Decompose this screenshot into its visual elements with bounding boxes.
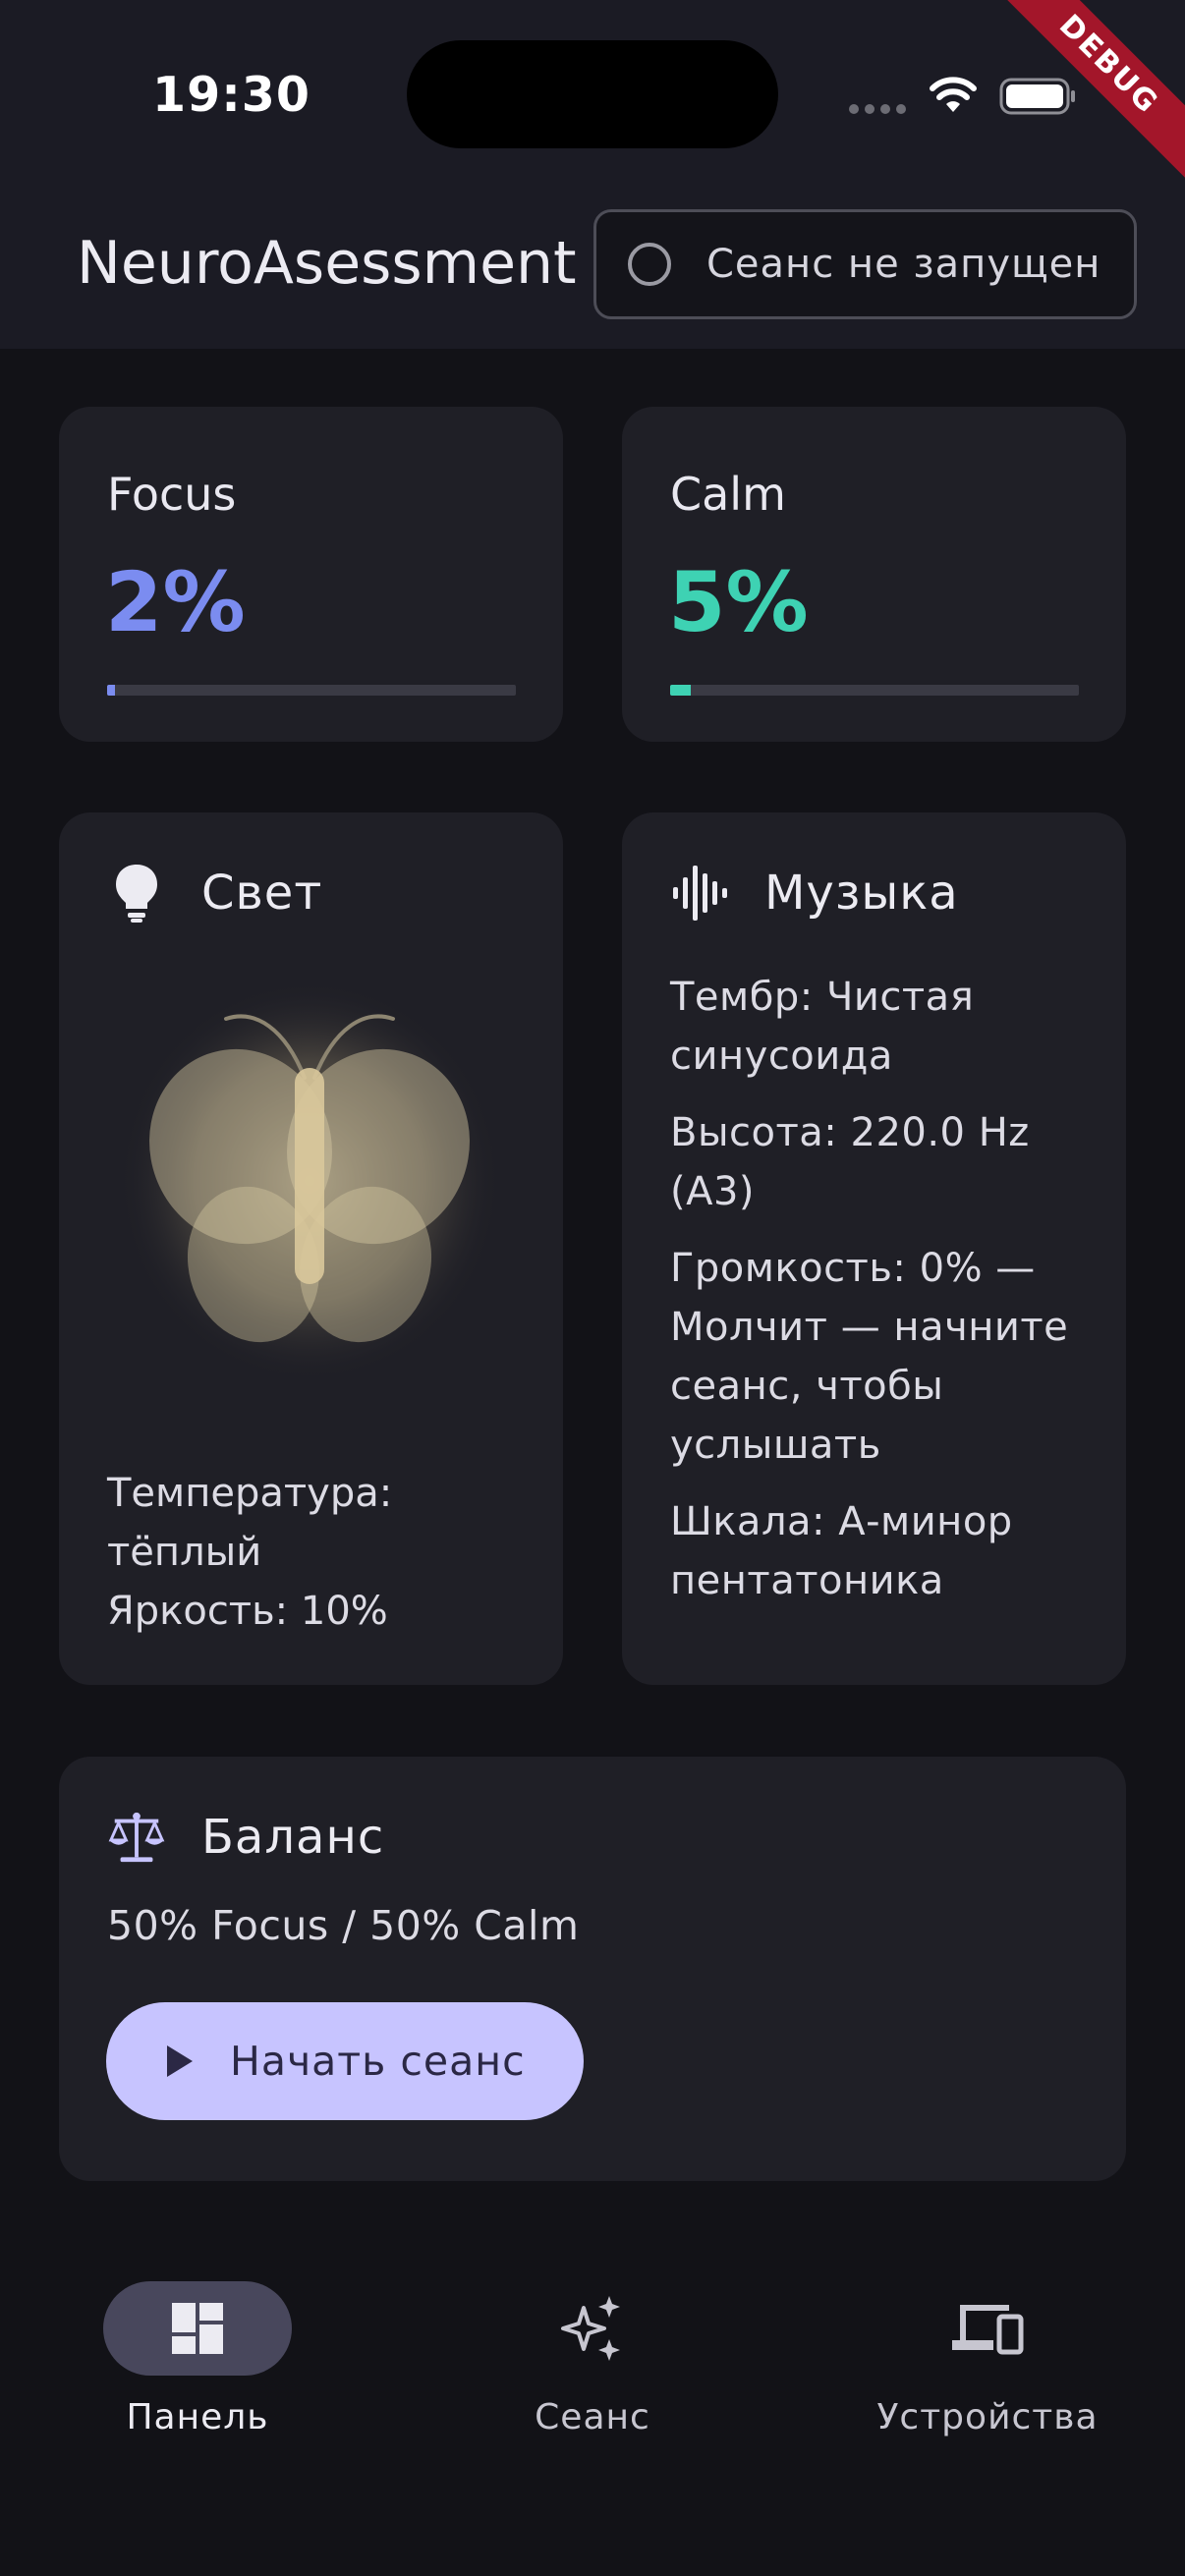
dynamic-island [407, 40, 778, 148]
nav-icon-container [498, 2281, 687, 2376]
focus-progress-bar [107, 685, 516, 696]
session-status-chip[interactable]: Сеанс не запущен [593, 209, 1137, 319]
sparkles-icon [561, 2296, 620, 2361]
light-info: Температура: тёплый Яркость: 10% [107, 1464, 392, 1641]
session-status-label: Сеанс не запущен [706, 242, 1101, 287]
start-session-button[interactable]: Начать сеанс [106, 2002, 584, 2120]
light-brightness: Яркость: 10% [107, 1589, 388, 1634]
waveform-icon [670, 862, 729, 924]
calm-progress-fill [670, 685, 691, 696]
bottom-navigation: Панель Сеанс Устройства [0, 2232, 1185, 2576]
balance-ratio: 50% Focus / 50% Calm [107, 1902, 580, 1949]
battery-icon [999, 78, 1075, 115]
nav-label-devices: Устройства [876, 2397, 1099, 2437]
status-time: 19:30 [152, 67, 310, 123]
cellular-signal-icon [849, 104, 906, 114]
music-scale: Шкала: А-минор пентатоника [670, 1499, 1013, 1603]
light-temperature-value: тёплый [107, 1530, 262, 1575]
nav-item-devices[interactable]: Устройства [791, 2281, 1184, 2437]
nav-icon-container [893, 2281, 1082, 2376]
music-card-title: Музыка [764, 866, 959, 921]
calm-value: 5% [668, 554, 809, 650]
play-icon [167, 2045, 193, 2077]
nav-label-dashboard: Панель [126, 2397, 269, 2437]
focus-value: 2% [105, 554, 246, 650]
nav-label-session: Сеанс [535, 2397, 650, 2437]
light-temperature-label: Температура: [107, 1471, 393, 1516]
music-info-list: Тембр: Чистая синусоида Высота: 220.0 Hz… [670, 968, 1093, 1628]
butterfly-light-illustration [118, 980, 501, 1382]
calm-card: Calm 5% [622, 407, 1126, 742]
light-card-header: Свет [107, 862, 322, 924]
wifi-icon [930, 77, 977, 112]
focus-progress-fill [107, 685, 116, 696]
app-title: NeuroAsessment [77, 229, 577, 298]
lightbulb-icon [107, 862, 166, 924]
balance-card-title: Баланс [201, 1810, 385, 1865]
balance-card-header: Баланс [107, 1806, 384, 1869]
start-session-label: Начать сеанс [230, 2038, 526, 2085]
nav-item-dashboard[interactable]: Панель [1, 2281, 394, 2437]
devices-icon [952, 2305, 1024, 2355]
nav-active-indicator [103, 2281, 292, 2376]
calm-label: Calm [670, 468, 786, 521]
light-card-title: Свет [201, 866, 323, 921]
music-timbre: Тембр: Чистая синусоида [670, 975, 975, 1079]
scale-icon [107, 1806, 166, 1869]
light-card: Свет Температура: тёплый Яркость: 10% [59, 812, 563, 1685]
music-volume: Громкость: 0% — Молчит — начните сеанс, … [670, 1246, 1069, 1468]
focus-card: Focus 2% [59, 407, 563, 742]
calm-progress-bar [670, 685, 1079, 696]
balance-card: Баланс 50% Focus / 50% Calm Начать сеанс [59, 1757, 1126, 2181]
music-card-header: Музыка [670, 862, 959, 924]
circle-outline-icon [628, 243, 671, 286]
music-card: Музыка Тембр: Чистая синусоида Высота: 2… [622, 812, 1126, 1685]
focus-label: Focus [107, 468, 237, 521]
nav-item-session[interactable]: Сеанс [396, 2281, 789, 2437]
top-app-bar: 19:30 DEBUG NeuroAsessment Сеанс не запу… [0, 0, 1185, 349]
music-pitch: Высота: 220.0 Hz (A3) [670, 1110, 1030, 1214]
dashboard-icon [172, 2303, 223, 2354]
